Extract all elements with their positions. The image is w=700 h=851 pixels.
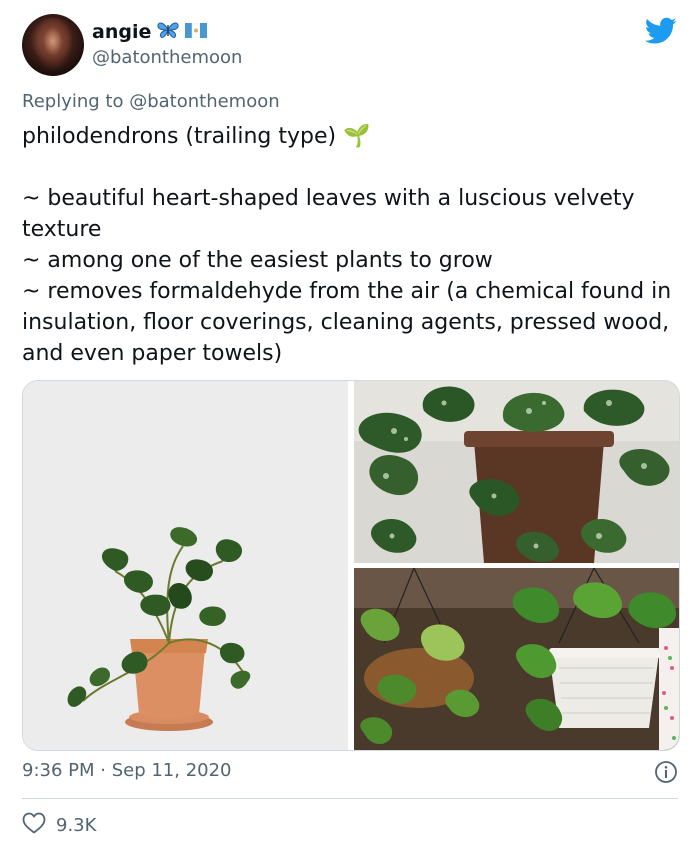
heart-icon[interactable] [22,812,46,838]
like-count[interactable]: 9.3K [56,815,96,836]
replying-prefix: Replying to [22,91,130,112]
divider [22,798,678,799]
reply-mention-link[interactable]: @batonthemoon [129,91,279,112]
guatemala-flag-icon [185,22,208,42]
avatar[interactable] [22,14,84,76]
replying-to: Replying to @batonthemoon [22,91,280,112]
author-handle[interactable]: @batonthemoon [92,47,242,68]
butterfly-icon [157,21,179,43]
tweet-text: philodendrons (trailing type) 🌱 ~ beauti… [22,124,672,366]
media-grid [22,380,680,751]
author-name-row: angie [92,21,208,43]
display-name[interactable]: angie [92,21,151,43]
variegated-pothos-photo[interactable] [354,381,679,563]
like-row: 9.3K [22,812,96,838]
hanging-pothos-baskets-photo[interactable] [354,567,679,750]
tweet-timestamp[interactable]: 9:36 PM · Sep 11, 2020 [22,760,232,781]
info-icon[interactable] [654,760,678,784]
potted-philodendron-photo[interactable] [23,381,348,750]
twitter-bird-icon[interactable] [644,17,677,45]
